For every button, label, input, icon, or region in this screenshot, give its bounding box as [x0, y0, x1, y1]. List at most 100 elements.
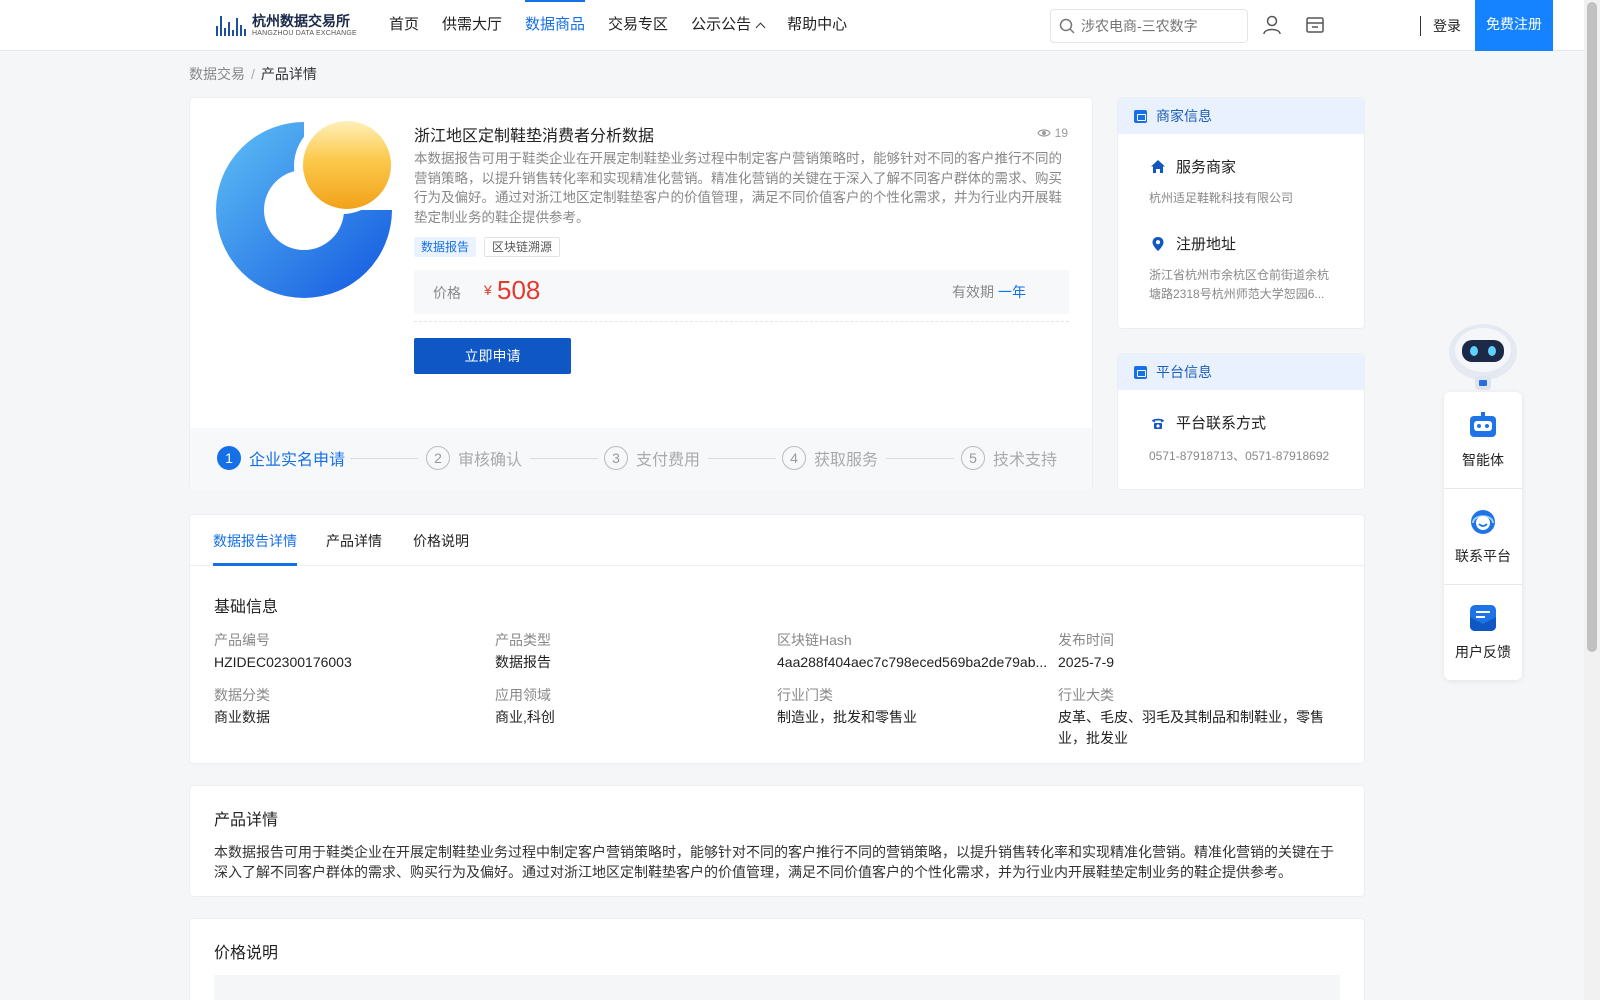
tool-contact-label: 联系平台	[1455, 548, 1511, 564]
service-merchant-label: 服务商家	[1150, 156, 1236, 177]
scrollbar-thumb[interactable]	[1587, 2, 1597, 652]
shop-icon[interactable]	[1304, 14, 1326, 36]
field-application-area: 应用领域 商业,科创	[495, 687, 555, 725]
step-connector	[350, 458, 418, 459]
register-button[interactable]: 免费注册	[1475, 0, 1553, 51]
product-tags: 数据报告 区块链溯源	[414, 237, 561, 257]
breadcrumb: 数据交易 / 产品详情	[189, 64, 317, 84]
search-input[interactable]	[1081, 18, 1241, 34]
address-value: 浙江省杭州市余杭区仓前街道余杭塘路2318号杭州师范大学恕园6...	[1149, 268, 1330, 301]
price-box: 价格 ¥ 508 有效期 一年	[414, 270, 1069, 314]
phone-icon	[1152, 418, 1164, 429]
site-logo[interactable]: 杭州数据交易所 HANGZHOU DATA EXCHANGE	[216, 10, 357, 40]
search-box[interactable]	[1050, 9, 1248, 43]
home-icon	[1151, 159, 1165, 173]
merchant-info-header: 商家信息	[1118, 98, 1364, 134]
tag-blockchain: 区块链溯源	[484, 237, 561, 257]
product-detail-title: 产品详情	[214, 812, 279, 829]
apply-button[interactable]: 立即申请	[414, 338, 571, 374]
divider	[414, 321, 1069, 322]
breadcrumb-separator: /	[251, 66, 255, 82]
logo-bars-icon	[216, 14, 246, 36]
product-logo-image	[216, 120, 392, 298]
step-4: 4 获取服务	[782, 446, 878, 470]
field-industry-division: 行业大类 皮革、毛皮、羽毛及其制品和制鞋业，零售业，批发业	[1058, 687, 1324, 746]
feedback-icon	[1470, 605, 1496, 631]
tab-report-details[interactable]: 数据报告详情	[213, 531, 297, 566]
user-icon[interactable]	[1261, 14, 1283, 36]
nav-item-trading-zone[interactable]: 交易专区	[608, 0, 668, 50]
step-connector	[886, 458, 954, 459]
product-detail-card: 产品详情 本数据报告可用于鞋类企业在开展定制鞋垫业务过程中制定客户营销策略时，能…	[189, 785, 1365, 897]
logo-text-en: HANGZHOU DATA EXCHANGE	[252, 29, 357, 37]
breadcrumb-current: 产品详情	[260, 66, 317, 82]
field-product-id: 产品编号 HZIDEC02300176003	[214, 632, 352, 670]
step-3: 3 支付费用	[604, 446, 700, 470]
address-label: 注册地址	[1150, 233, 1236, 254]
page-scrollbar[interactable]	[1584, 0, 1600, 1000]
price-value: 508	[497, 275, 541, 305]
logo-text-cn: 杭州数据交易所	[252, 12, 350, 29]
product-detail-text: 本数据报告可用于鞋类企业在开展定制鞋垫业务过程中制定客户营销策略时，能够针对不同…	[214, 844, 1334, 880]
merchant-info-card: 商家信息 服务商家 杭州适足鞋靴科技有限公司 注册地址 浙江省杭州市余杭区仓前街…	[1117, 97, 1365, 329]
robot-mascot-icon[interactable]	[1444, 318, 1522, 396]
robot-icon	[1470, 412, 1496, 437]
field-product-type: 产品类型 数据报告	[495, 632, 551, 670]
nav-item-data-products[interactable]: 数据商品	[525, 0, 586, 50]
eye-icon	[1036, 129, 1051, 137]
apply-steps: 1 企业实名申请 2 审核确认 3 支付费用 4 获取服务 5 技术支持	[190, 428, 1092, 490]
chevron-up-icon	[755, 22, 766, 33]
detail-tabs: 数据报告详情 产品详情 价格说明	[190, 515, 1364, 566]
step-5: 5 技术支持	[961, 446, 1057, 470]
headset-icon	[1471, 510, 1495, 534]
field-publish-date: 发布时间 2025-7-9	[1058, 632, 1115, 670]
step-1: 1 企业实名申请	[217, 446, 345, 470]
price-note-title: 价格说明	[214, 945, 279, 962]
platform-info-card: 平台信息 平台联系方式 0571-87918713、0571-87918692	[1117, 353, 1365, 490]
store-icon	[1134, 109, 1147, 123]
product-card: 浙江地区定制鞋垫消费者分析数据 19 本数据报告可用于鞋类企业在开展定制鞋垫业务…	[189, 97, 1093, 490]
step-2: 2 审核确认	[426, 446, 522, 470]
login-link[interactable]: 登录	[1420, 16, 1461, 36]
tool-agent[interactable]: 智能体	[1444, 392, 1522, 488]
field-data-category: 数据分类 商业数据	[214, 687, 270, 725]
location-pin-icon	[1152, 236, 1164, 251]
price-note-card: 价格说明	[189, 918, 1365, 1000]
price-label: 价格	[433, 285, 461, 301]
step-connector	[708, 458, 776, 459]
price-note-content	[214, 975, 1340, 1000]
product-description: 本数据报告可用于鞋类企业在开展定制鞋垫业务过程中制定客户营销策略时，能够针对不同…	[414, 151, 1062, 225]
detail-tabs-card: 数据报告详情 产品详情 价格说明 基础信息 产品编号 HZIDEC02300176…	[189, 514, 1365, 764]
tab-product-details[interactable]: 产品详情	[326, 531, 382, 566]
view-count: 19	[1036, 126, 1068, 140]
nav-item-announcements[interactable]: 公示公告	[691, 0, 766, 50]
price-currency: ¥	[484, 282, 492, 298]
field-industry-section: 行业门类 制造业，批发和零售业	[777, 687, 917, 725]
view-count-value: 19	[1054, 126, 1068, 140]
top-header: 杭州数据交易所 HANGZHOU DATA EXCHANGE 首页 供需大厅 数…	[0, 0, 1584, 51]
step-connector	[530, 458, 598, 459]
platform-contact-value: 0571-87918713、0571-87918692	[1149, 449, 1330, 463]
tab-price-note[interactable]: 价格说明	[413, 531, 469, 566]
product-title: 浙江地区定制鞋垫消费者分析数据	[414, 128, 655, 145]
tool-feedback-label: 用户反馈	[1455, 644, 1511, 660]
validity-value: 一年	[998, 284, 1026, 300]
platform-contact-label: 平台联系方式	[1150, 412, 1266, 433]
tool-feedback[interactable]: 用户反馈	[1444, 584, 1522, 680]
nav-item-supply-demand[interactable]: 供需大厅	[442, 0, 502, 50]
tool-contact-platform[interactable]: 联系平台	[1444, 488, 1522, 584]
service-merchant-value: 杭州适足鞋靴科技有限公司	[1149, 191, 1294, 205]
validity: 有效期 一年	[952, 282, 1026, 302]
tag-data-report: 数据报告	[414, 237, 477, 257]
platform-info-header: 平台信息	[1118, 354, 1364, 390]
nav-item-help-center[interactable]: 帮助中心	[787, 0, 847, 50]
main-nav: 首页 供需大厅 数据商品 交易专区 公示公告 帮助中心	[389, 0, 870, 50]
field-blockchain-hash: 区块链Hash 4aa288f404aec7c798eced569ba2de79a…	[777, 632, 1048, 670]
nav-item-home[interactable]: 首页	[389, 0, 419, 50]
validity-label: 有效期	[952, 284, 994, 300]
breadcrumb-parent[interactable]: 数据交易	[189, 66, 245, 82]
tool-agent-label: 智能体	[1462, 452, 1504, 468]
search-icon	[1059, 18, 1075, 34]
platform-icon	[1134, 365, 1147, 379]
basic-info-title: 基础信息	[214, 599, 279, 616]
